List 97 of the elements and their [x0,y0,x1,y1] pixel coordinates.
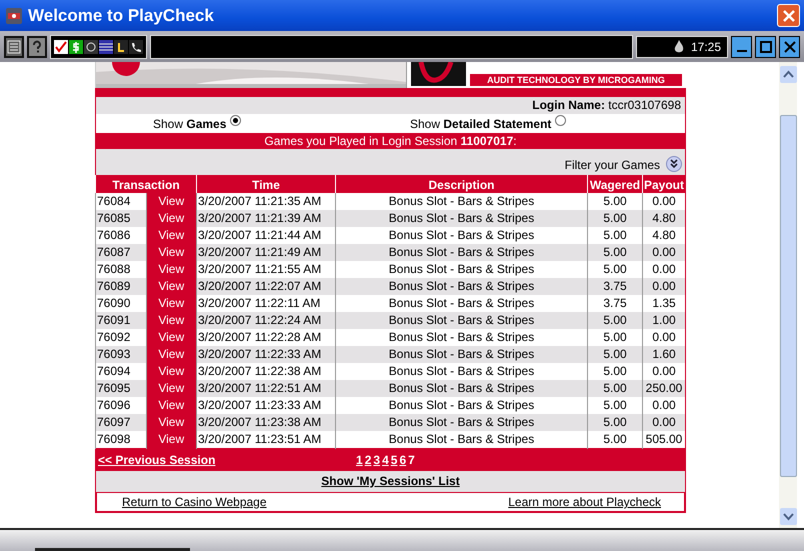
table-cell: 76087 [96,244,146,261]
view-link[interactable]: View [146,363,196,380]
view-option-label: Show Detailed Statement [410,116,552,130]
table-cell: 76091 [96,312,146,329]
page-link[interactable]: 7 [408,453,415,467]
view-option-label: Show Games [153,116,226,130]
page-link[interactable]: 1 [356,453,363,467]
table-cell: 3/20/2007 11:22:24 AM [196,312,336,329]
table-cell: Bonus Slot - Bars & Stripes [336,380,588,397]
table-cell: 76097 [96,414,146,431]
view-link[interactable]: View [146,278,196,295]
table-cell: Bonus Slot - Bars & Stripes [336,278,588,295]
scroll-thumb[interactable] [780,114,796,476]
view-link[interactable]: View [146,380,196,397]
table-cell: Bonus Slot - Bars & Stripes [336,346,588,363]
view-link[interactable]: View [146,193,196,210]
logo-icon [411,62,466,86]
list-icon[interactable] [4,36,24,58]
view-link[interactable]: View [146,295,196,312]
expand-icon[interactable] [666,156,682,172]
filter-label: Filter your Games [564,158,660,172]
table-cell: 5.00 [588,380,642,397]
close-icon [782,8,796,22]
maximize-button[interactable] [755,36,776,58]
page-link[interactable]: 6 [399,453,406,467]
table-cell: 76093 [96,346,146,363]
view-link[interactable]: View [146,329,196,346]
casino-webpage-link[interactable]: Return to Casino Webpage [122,495,267,509]
page-link[interactable]: 5 [390,453,398,467]
table-cell: 5.00 [588,414,642,431]
column-header: Transaction [96,176,196,193]
table-cell: 3.75 [588,278,642,295]
table-cell: 3/20/2007 11:21:39 AM [196,210,336,227]
close-icon [782,40,796,54]
table-cell: 4.80 [642,210,686,227]
column-header: Wagered [588,176,642,193]
table-cell: 1.60 [642,346,686,363]
table-cell: 1.00 [642,312,686,329]
letter-block-icon[interactable] [114,40,128,54]
help-icon[interactable] [27,36,47,58]
my-sessions-link[interactable]: Show 'My Sessions' List [321,474,460,488]
session-heading: Games you Played in Login Session 11007017: [264,134,517,148]
tagline: AUDIT TECHNOLOGY BY MICROGAMING [470,74,682,86]
minimize-icon [736,50,746,52]
view-link[interactable]: View [146,312,196,329]
table-cell: 3/20/2007 11:21:49 AM [196,244,336,261]
table-cell: 5.00 [588,346,642,363]
table-cell: Bonus Slot - Bars & Stripes [336,312,588,329]
table-cell: 5.00 [588,244,642,261]
casino-logo-icon [6,8,22,24]
scroll-up-icon[interactable] [780,66,796,83]
table-cell: 5.00 [588,210,642,227]
clock-text: 17:25 [690,40,721,54]
view-link[interactable]: View [146,346,196,363]
table-cell: Bonus Slot - Bars & Stripes [336,244,588,261]
table-cell: 3/20/2007 11:22:51 AM [196,380,336,397]
table-cell: 0.00 [642,414,686,431]
playcheck-info-link[interactable]: Learn more about Playcheck [508,495,661,509]
page-link[interactable]: 3 [373,453,380,467]
scroll-down-icon[interactable] [780,508,796,525]
scrollbar[interactable] [779,62,797,528]
view-link[interactable]: View [146,397,196,414]
page-link[interactable]: 2 [364,453,372,467]
table-cell: Bonus Slot - Bars & Stripes [336,210,588,227]
view-link[interactable]: View [146,414,196,431]
view-link[interactable]: View [146,261,196,278]
table-cell: 3/20/2007 11:22:33 AM [196,346,336,363]
table-cell: Bonus Slot - Bars & Stripes [336,414,588,431]
column-header: Time [196,176,336,193]
table-cell: 0.00 [642,278,686,295]
table-cell: 3/20/2007 11:22:07 AM [196,278,336,295]
radio-button[interactable] [230,115,242,126]
login-name: Login Name: tccr03107698 [532,98,681,112]
view-link[interactable]: View [146,210,196,227]
radio-button[interactable] [555,115,566,126]
table-cell: 3/20/2007 11:23:38 AM [196,414,336,431]
previous-session-link[interactable]: << Previous Session [98,453,356,467]
dollar-icon[interactable] [69,40,83,54]
table-cell: 250.00 [642,380,686,397]
minimize-button[interactable] [731,36,752,58]
page-link[interactable]: 4 [382,453,389,467]
view-link[interactable]: View [146,244,196,261]
column-header: Payout [642,176,686,193]
close-button[interactable] [779,36,800,58]
view-link[interactable]: View [146,227,196,244]
maximize-icon [758,40,772,54]
table-cell: 5.00 [588,312,642,329]
column-header: Description [336,176,588,193]
table-cell: 76095 [96,380,146,397]
stripes-icon[interactable] [99,40,113,54]
table-cell: 0.00 [642,244,686,261]
table-cell: 76085 [96,210,146,227]
checkmark-icon[interactable] [54,40,68,54]
phone-icon[interactable] [129,40,143,54]
window-title: Welcome to PlayCheck [28,6,215,26]
view-link[interactable]: View [146,431,196,448]
table-cell: 76089 [96,278,146,295]
